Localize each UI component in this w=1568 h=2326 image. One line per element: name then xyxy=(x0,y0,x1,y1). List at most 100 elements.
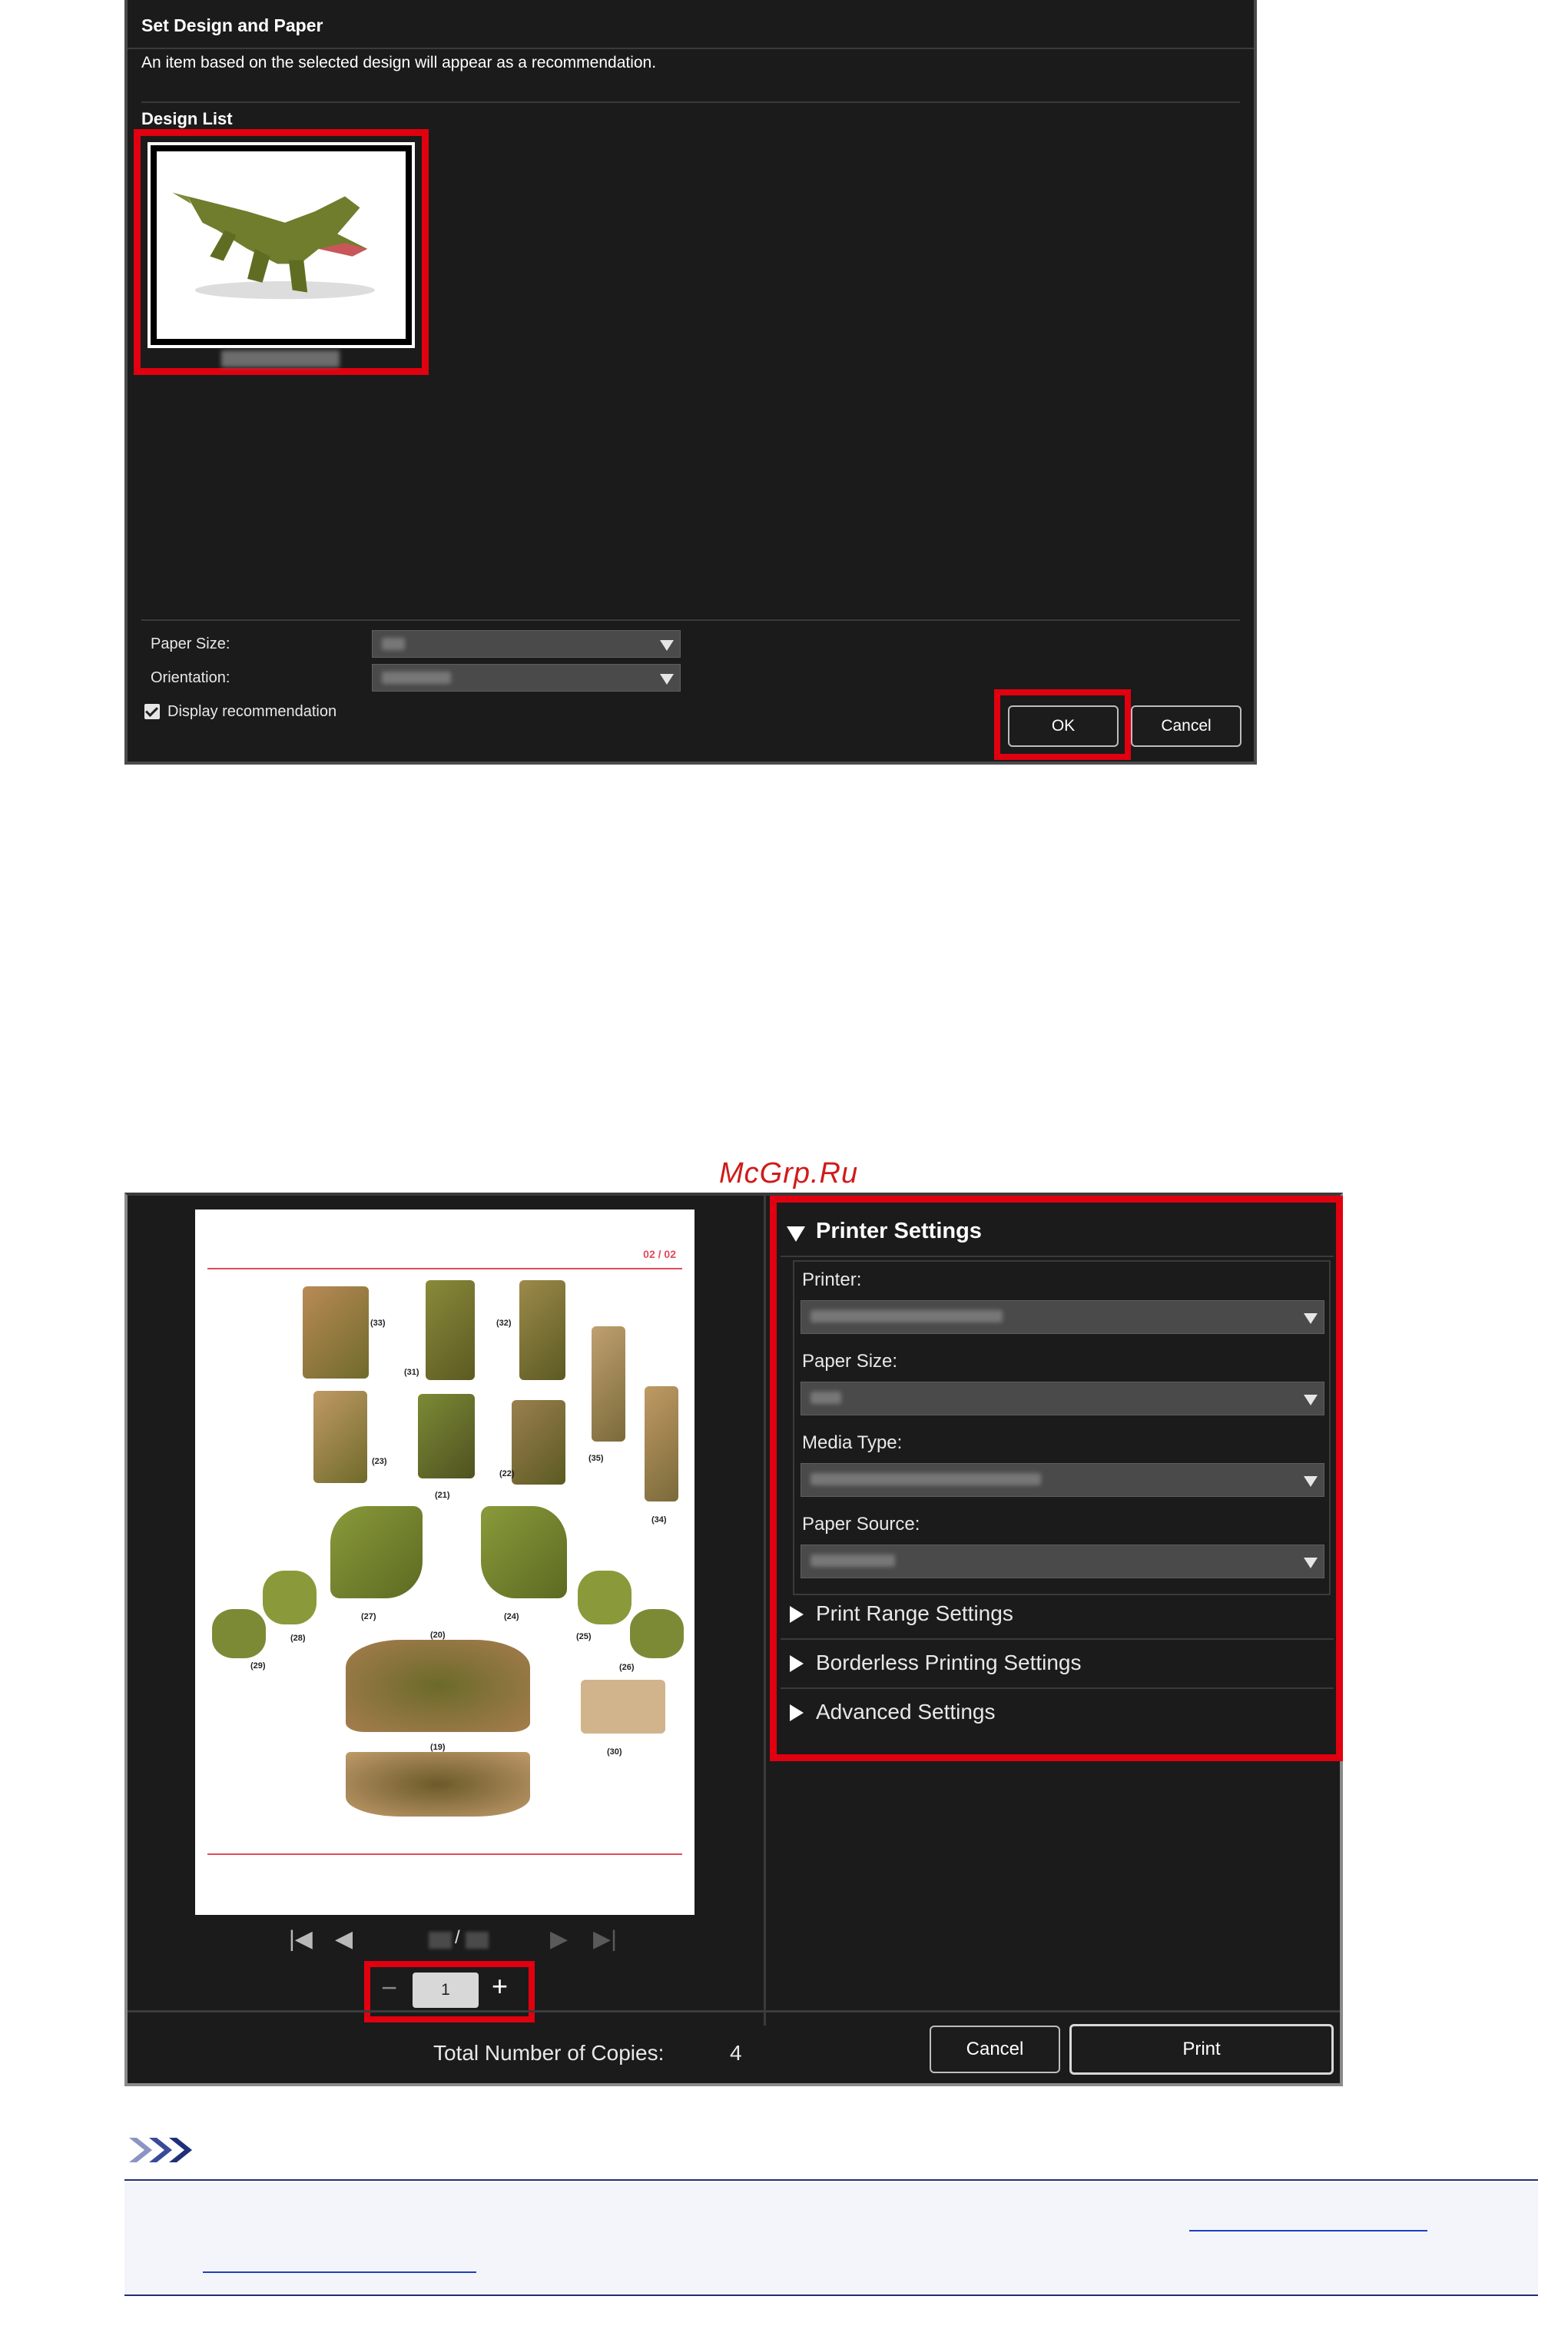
orientation-value xyxy=(382,672,451,684)
piece-label: (23) xyxy=(372,1457,387,1466)
papercraft-piece xyxy=(346,1640,530,1732)
display-recommendation-checkbox[interactable] xyxy=(144,704,160,719)
papercraft-piece xyxy=(418,1394,475,1478)
piece-label: (28) xyxy=(290,1634,306,1643)
footer-divider xyxy=(128,2010,1340,2012)
paper-size-value xyxy=(382,638,405,650)
decrease-copies-button[interactable]: − xyxy=(381,1972,397,2004)
piece-label: (35) xyxy=(588,1454,604,1463)
advanced-settings-header[interactable]: Advanced Settings xyxy=(816,1700,996,1724)
paper-source-label: Paper Source: xyxy=(802,1514,920,1535)
papercraft-piece xyxy=(519,1280,565,1380)
dialog-title: Set Design and Paper xyxy=(141,15,323,35)
piece-label: (20) xyxy=(430,1631,446,1640)
papercraft-piece xyxy=(578,1571,632,1624)
media-type-label: Media Type: xyxy=(802,1432,903,1453)
collapsed-triangle-icon[interactable] xyxy=(790,1655,804,1672)
piece-label: (27) xyxy=(361,1612,376,1621)
print-button[interactable]: Print xyxy=(1069,2024,1334,2075)
collapsed-triangle-icon[interactable] xyxy=(790,1606,804,1623)
previous-page-icon[interactable]: ◀ xyxy=(335,1926,353,1953)
chevron-down-icon xyxy=(660,640,674,651)
first-page-icon[interactable]: |◀ xyxy=(289,1926,313,1953)
next-page-icon[interactable]: ▶ xyxy=(550,1926,568,1953)
paper-size-value xyxy=(811,1392,841,1404)
borderless-printing-settings-header[interactable]: Borderless Printing Settings xyxy=(816,1651,1082,1675)
paper-source-value xyxy=(811,1555,895,1567)
print-range-settings-header[interactable]: Print Range Settings xyxy=(816,1601,1013,1626)
divider xyxy=(141,101,1240,103)
media-type-select[interactable] xyxy=(801,1463,1324,1497)
cancel-button[interactable]: Cancel xyxy=(930,2026,1060,2073)
design-list-label: Design List xyxy=(141,109,233,128)
last-page-icon[interactable]: ▶| xyxy=(593,1926,617,1953)
note-bottom-line xyxy=(124,2294,1538,2296)
increase-copies-button[interactable]: + xyxy=(492,1970,508,2002)
papercraft-piece xyxy=(303,1286,369,1379)
papercraft-piece xyxy=(512,1400,565,1485)
divider xyxy=(128,48,1254,49)
total-copies-label: Total Number of Copies: xyxy=(433,2041,665,2065)
paper-source-select[interactable] xyxy=(801,1545,1324,1578)
panel-divider xyxy=(764,1196,766,2026)
design-thumbnail[interactable] xyxy=(148,142,415,348)
piece-label: (19) xyxy=(430,1743,446,1752)
page-header-line xyxy=(207,1268,682,1269)
piece-label: (26) xyxy=(619,1663,635,1672)
piece-label: (30) xyxy=(607,1747,622,1757)
set-design-paper-dialog: Set Design and Paper An item based on th… xyxy=(124,0,1257,765)
printer-value xyxy=(811,1310,1003,1322)
note-link[interactable] xyxy=(1189,2230,1427,2231)
piece-label: (31) xyxy=(404,1368,419,1377)
chevron-down-icon xyxy=(1304,1395,1318,1405)
papercraft-piece xyxy=(346,1752,530,1817)
chevron-down-icon xyxy=(660,674,674,685)
orientation-select[interactable] xyxy=(372,664,681,692)
chevron-down-icon xyxy=(1304,1476,1318,1487)
papercraft-piece xyxy=(263,1571,317,1624)
note-icon xyxy=(126,2135,203,2169)
piece-label: (22) xyxy=(499,1469,515,1478)
copies-field[interactable]: 1 xyxy=(413,1973,479,2008)
papercraft-piece xyxy=(313,1391,367,1483)
piece-label: (29) xyxy=(250,1661,266,1671)
paper-size-label: Paper Size: xyxy=(151,635,230,652)
print-settings-dialog: 02 / 02 (33) (31) (32) (35) (23) (21) (2… xyxy=(124,1193,1343,2086)
media-type-value xyxy=(811,1473,1041,1485)
paper-size-select[interactable] xyxy=(801,1382,1324,1415)
expanded-triangle-icon[interactable] xyxy=(787,1226,805,1242)
papercraft-piece xyxy=(645,1386,678,1501)
paper-size-select[interactable] xyxy=(372,630,681,658)
collapsed-triangle-icon[interactable] xyxy=(790,1704,804,1721)
page-indicator: 02 / 02 xyxy=(643,1248,676,1260)
piece-label: (25) xyxy=(576,1632,592,1641)
divider xyxy=(141,619,1240,621)
divider xyxy=(781,1256,1334,1257)
total-pages-field xyxy=(466,1932,489,1949)
printer-select[interactable] xyxy=(801,1300,1324,1334)
piece-label: (32) xyxy=(496,1319,512,1328)
printer-label: Printer: xyxy=(802,1269,862,1290)
papercraft-piece xyxy=(481,1506,567,1598)
piece-label: (24) xyxy=(504,1612,519,1621)
watermark-text: McGrp.Ru xyxy=(719,1157,859,1190)
note-link[interactable] xyxy=(203,2271,476,2273)
piece-label: (33) xyxy=(370,1319,386,1328)
page-footer-line xyxy=(207,1853,682,1855)
current-page-field[interactable] xyxy=(429,1932,452,1949)
piece-label: (21) xyxy=(435,1491,450,1500)
cancel-button[interactable]: Cancel xyxy=(1131,705,1241,747)
orientation-label: Orientation: xyxy=(151,669,230,686)
divider xyxy=(781,1638,1334,1640)
papercraft-piece xyxy=(630,1609,684,1658)
papercraft-piece xyxy=(592,1326,625,1442)
crocodile-image xyxy=(157,151,406,339)
note-top-line xyxy=(124,2179,1538,2181)
divider xyxy=(781,1687,1334,1689)
paper-size-label: Paper Size: xyxy=(802,1351,898,1372)
printer-settings-header[interactable]: Printer Settings xyxy=(816,1219,982,1244)
ok-button[interactable]: OK xyxy=(1008,705,1119,747)
total-copies-value: 4 xyxy=(730,2041,742,2065)
dialog-description: An item based on the selected design wil… xyxy=(141,54,657,71)
page-separator: / xyxy=(455,1927,460,1948)
